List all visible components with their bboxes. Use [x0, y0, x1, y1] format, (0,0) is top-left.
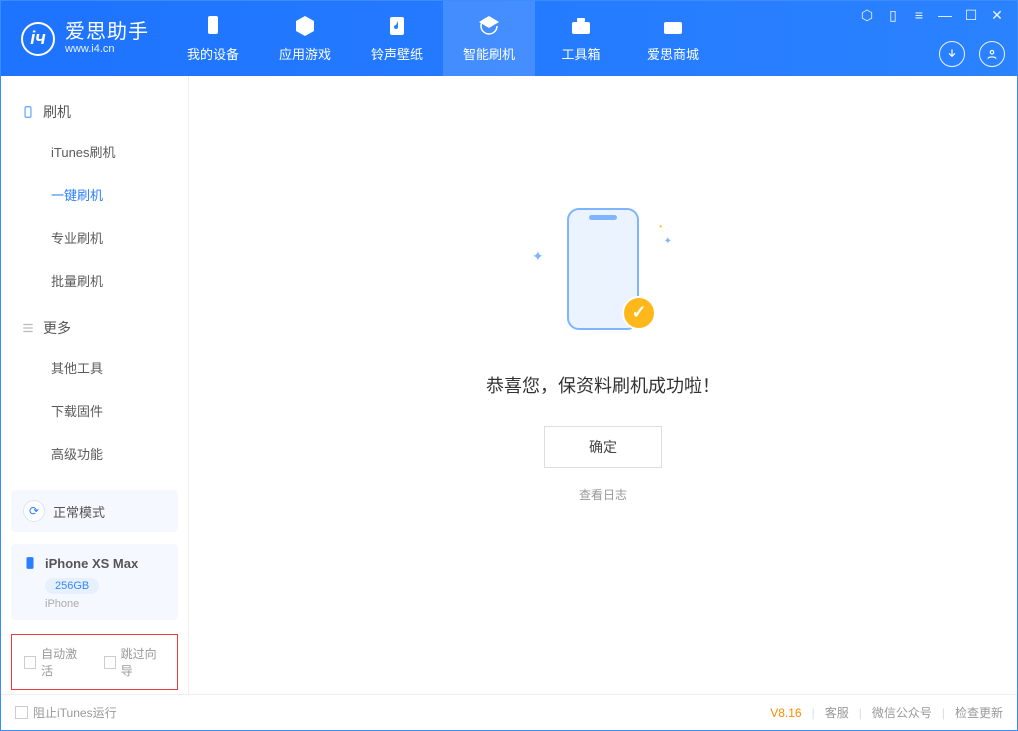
- sidebar-section-flash: 刷机: [1, 94, 188, 130]
- app-url: www.i4.cn: [65, 43, 149, 55]
- download-icon[interactable]: [939, 41, 965, 67]
- device-type: iPhone: [45, 598, 166, 610]
- block-itunes-checkbox[interactable]: 阻止iTunes运行: [15, 704, 117, 721]
- nav-label: 爱思商城: [647, 44, 699, 63]
- nav-toolbox[interactable]: 工具箱: [535, 1, 627, 76]
- nav-store[interactable]: 爱思商城: [627, 1, 719, 76]
- phone-icon: [21, 105, 35, 119]
- sparkle-icon: ✦: [664, 236, 672, 247]
- status-mode: 正常模式: [53, 502, 105, 521]
- sidebar-item-advanced[interactable]: 高级功能: [1, 432, 188, 475]
- nav-my-device[interactable]: 我的设备: [167, 1, 259, 76]
- support-link[interactable]: 客服: [825, 704, 849, 721]
- sparkle-icon: ✦: [532, 248, 544, 265]
- sidebar-item-itunes-flash[interactable]: iTunes刷机: [1, 130, 188, 173]
- view-log-link[interactable]: 查看日志: [579, 486, 627, 503]
- nav-ringtones-wallpapers[interactable]: 铃声壁纸: [351, 1, 443, 76]
- app-name: 爱思助手: [65, 21, 149, 43]
- phone-icon: [23, 554, 37, 572]
- nav-smart-flash[interactable]: 智能刷机: [443, 1, 535, 76]
- sidebar-item-download-firmware[interactable]: 下载固件: [1, 389, 188, 432]
- check-icon: ✓: [622, 296, 656, 330]
- nav-label: 应用游戏: [279, 44, 331, 63]
- device-icon: [201, 14, 225, 38]
- sidebar-item-batch-flash[interactable]: 批量刷机: [1, 259, 188, 302]
- nav-label: 智能刷机: [463, 44, 515, 63]
- sidebar-item-pro-flash[interactable]: 专业刷机: [1, 216, 188, 259]
- nav-label: 工具箱: [561, 44, 600, 63]
- nav-label: 铃声壁纸: [371, 44, 423, 63]
- success-illustration: ✓ ✦ ✦ •: [518, 208, 688, 348]
- sidebar: 刷机 iTunes刷机 一键刷机 专业刷机 批量刷机 更多 其他工具 下载固件 …: [1, 76, 189, 694]
- header-right: [939, 41, 1005, 67]
- success-message: 恭喜您，保资料刷机成功啦！: [486, 372, 720, 398]
- top-nav: 我的设备 应用游戏 铃声壁纸 智能刷机 工具箱 爱思商城: [167, 1, 719, 76]
- highlighted-options: 自动激活 跳过向导: [11, 634, 178, 690]
- nav-apps-games[interactable]: 应用游戏: [259, 1, 351, 76]
- app-window: ⬡ ▯ ≡ — ☐ ✕ iч 爱思助手 www.i4.cn 我的设备 应用游戏: [0, 0, 1018, 731]
- checkbox-label: 跳过向导: [121, 645, 165, 679]
- nav-label: 我的设备: [187, 44, 239, 63]
- storage-badge: 256GB: [45, 578, 99, 594]
- check-update-link[interactable]: 检查更新: [955, 704, 1003, 721]
- version-label: V8.16: [770, 706, 801, 720]
- header: ⬡ ▯ ≡ — ☐ ✕ iч 爱思助手 www.i4.cn 我的设备 应用游戏: [1, 1, 1017, 76]
- sparkle-icon: •: [659, 222, 662, 231]
- music-icon: [385, 14, 409, 38]
- status-icon: ⟳: [23, 500, 45, 522]
- checkbox-label: 阻止iTunes运行: [33, 704, 117, 721]
- maximize-icon[interactable]: ☐: [963, 7, 979, 24]
- section-label: 更多: [43, 318, 71, 338]
- skip-guide-checkbox[interactable]: 跳过向导: [104, 645, 166, 679]
- wechat-link[interactable]: 微信公众号: [872, 704, 932, 721]
- checkbox-icon: [24, 656, 36, 669]
- sidebar-section-more: 更多: [1, 310, 188, 346]
- ok-button[interactable]: 确定: [544, 426, 662, 468]
- logo-icon: iч: [21, 22, 55, 56]
- device-box[interactable]: iPhone XS Max 256GB iPhone: [11, 544, 178, 620]
- list-icon: [21, 321, 35, 335]
- checkbox-icon: [104, 656, 116, 669]
- collapse-icon[interactable]: ▯: [885, 7, 901, 24]
- sidebar-item-oneclick-flash[interactable]: 一键刷机: [1, 173, 188, 216]
- user-icon[interactable]: [979, 41, 1005, 67]
- minimize-icon[interactable]: —: [937, 7, 953, 24]
- window-controls: ⬡ ▯ ≡ — ☐ ✕: [859, 7, 1005, 24]
- section-label: 刷机: [43, 102, 71, 122]
- close-icon[interactable]: ✕: [989, 7, 1005, 24]
- checkbox-label: 自动激活: [41, 645, 85, 679]
- status-box: ⟳ 正常模式: [11, 490, 178, 532]
- sidebar-item-other-tools[interactable]: 其他工具: [1, 346, 188, 389]
- store-icon: [661, 14, 685, 38]
- refresh-icon: [477, 14, 501, 38]
- logo: iч 爱思助手 www.i4.cn: [1, 21, 167, 55]
- auto-activate-checkbox[interactable]: 自动激活: [24, 645, 86, 679]
- menu-icon[interactable]: ≡: [911, 7, 927, 24]
- footer: 阻止iTunes运行 V8.16 | 客服 | 微信公众号 | 检查更新: [1, 694, 1017, 730]
- pin-icon[interactable]: ⬡: [859, 7, 875, 24]
- checkbox-icon: [15, 706, 28, 719]
- toolbox-icon: [569, 14, 593, 38]
- main-content: ✓ ✦ ✦ • 恭喜您，保资料刷机成功啦！ 确定 查看日志: [189, 76, 1017, 694]
- cube-icon: [293, 14, 317, 38]
- device-name: iPhone XS Max: [45, 556, 138, 571]
- body: 刷机 iTunes刷机 一键刷机 专业刷机 批量刷机 更多 其他工具 下载固件 …: [1, 76, 1017, 694]
